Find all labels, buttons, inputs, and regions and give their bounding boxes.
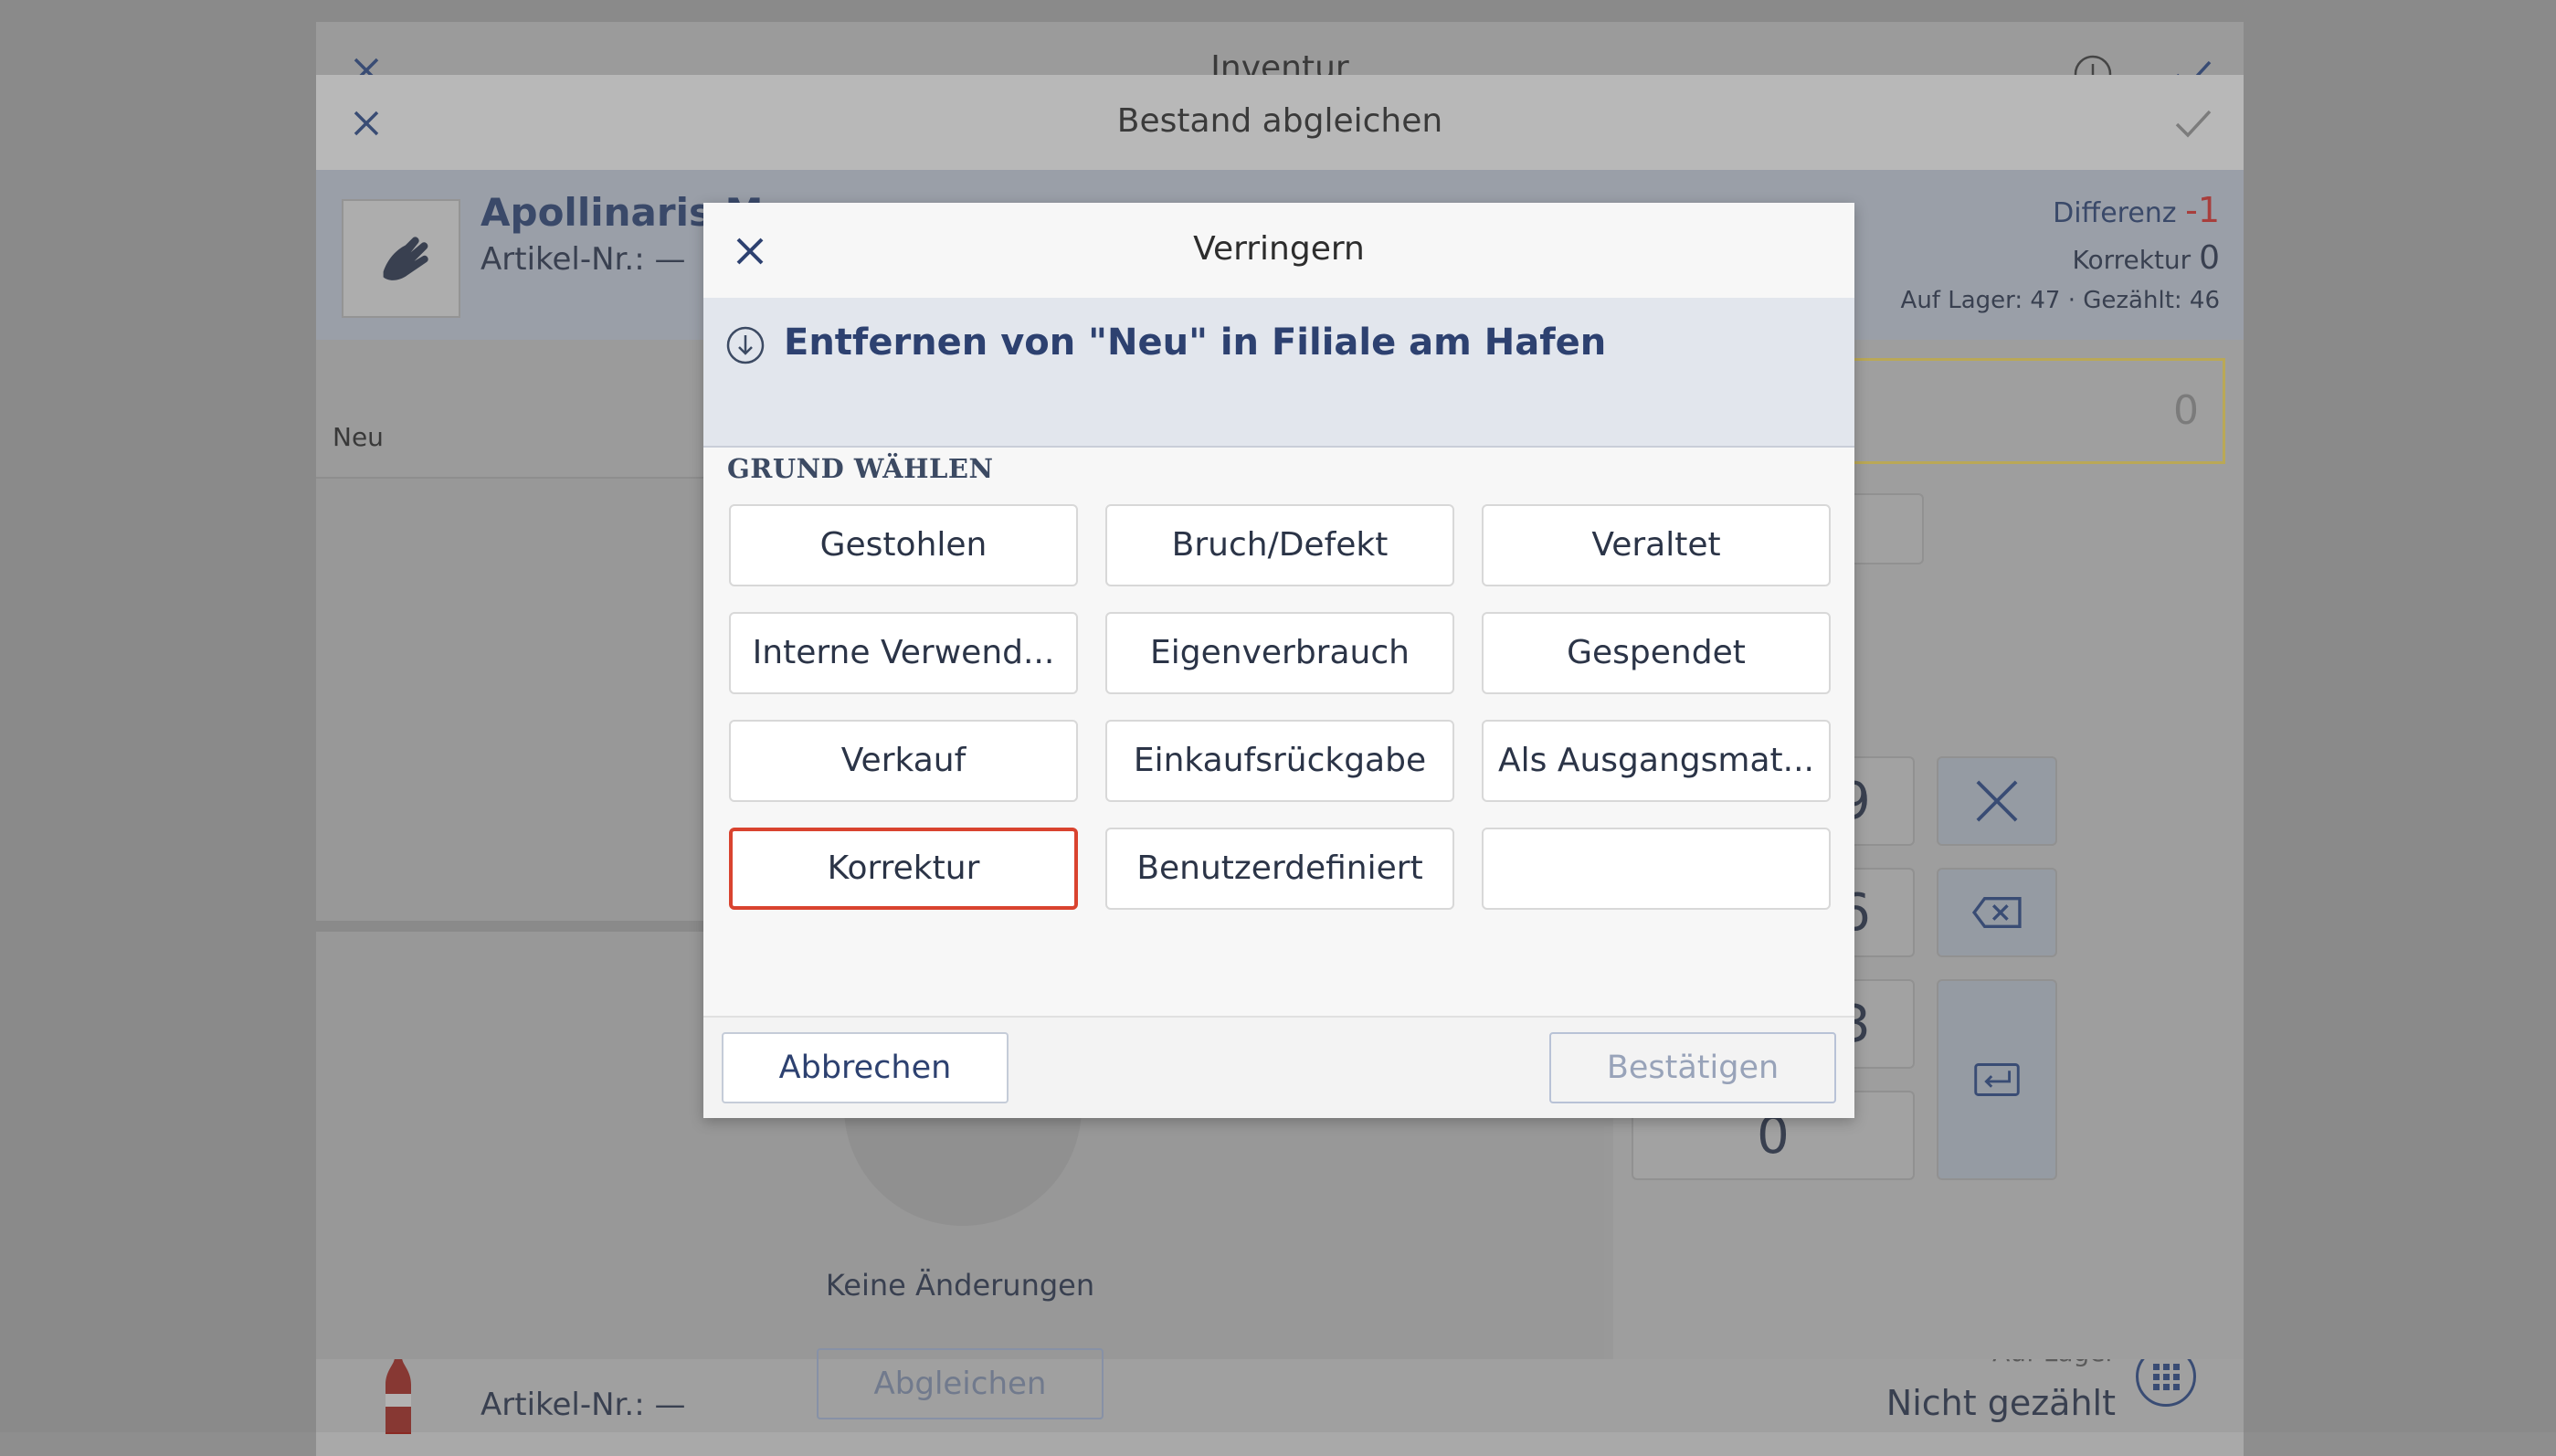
cancel-button[interactable]: Abbrechen — [722, 1032, 1009, 1103]
dialog-footer: Abbrechen Bestätigen — [703, 1016, 1854, 1118]
reason-einkaufsrueckgabe[interactable]: Einkaufsrückgabe — [1105, 720, 1454, 802]
reason-gespendet[interactable]: Gespendet — [1482, 612, 1831, 694]
reason-bruch-defekt[interactable]: Bruch/Defekt — [1105, 504, 1454, 586]
reason-gestohlen[interactable]: Gestohlen — [729, 504, 1078, 586]
dialog-banner: Entfernen von "Neu" in Filiale am Hafen — [703, 298, 1854, 448]
dialog-header: Verringern — [703, 203, 1854, 298]
dialog-title: Verringern — [1193, 230, 1365, 268]
confirm-button[interactable]: Bestätigen — [1549, 1032, 1836, 1103]
reason-ausgangsmaterial[interactable]: Als Ausgangsmat... — [1482, 720, 1831, 802]
reason-korrektur[interactable]: Korrektur — [729, 828, 1078, 910]
banner-message: Entfernen von "Neu" in Filiale am Hafen — [784, 322, 1607, 364]
reason-empty-slot[interactable] — [1482, 828, 1831, 910]
reason-interne-verwendung[interactable]: Interne Verwend... — [729, 612, 1078, 694]
decrease-icon — [725, 325, 766, 365]
reason-section-label: GRUND WÄHLEN — [727, 453, 994, 484]
reason-verkauf[interactable]: Verkauf — [729, 720, 1078, 802]
reason-benutzerdefiniert[interactable]: Benutzerdefiniert — [1105, 828, 1454, 910]
reason-eigenverbrauch[interactable]: Eigenverbrauch — [1105, 612, 1454, 694]
verringern-dialog: Verringern Entfernen von "Neu" in Filial… — [703, 203, 1854, 1118]
reason-veraltet[interactable]: Veraltet — [1482, 504, 1831, 586]
